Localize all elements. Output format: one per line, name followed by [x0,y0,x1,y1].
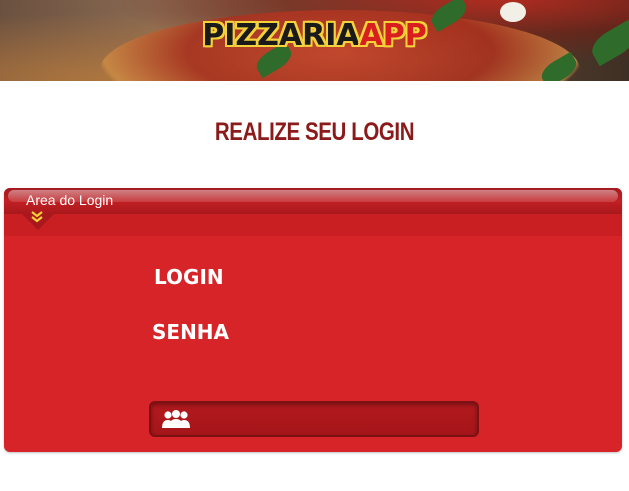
header-banner: PIZZARIAAPP [0,0,629,81]
panel-title: Area do Login [26,192,114,208]
chevron-double-down-icon[interactable] [30,210,44,225]
page-title: REALIZE SEU LOGIN [214,118,415,146]
login-panel: Area do Login LOGIN SENHA [4,188,622,452]
password-label: SENHA [152,320,230,344]
logo-text-pizzaria: PIZZARIA [202,18,360,53]
app-logo[interactable]: PIZZARIAAPP [0,18,629,53]
logo-text-app: APP [359,18,427,53]
submit-button[interactable] [149,401,479,437]
panel-header: Area do Login [4,188,622,214]
panel-header-band [4,214,622,236]
login-label: LOGIN [154,265,224,289]
users-icon [162,410,190,428]
